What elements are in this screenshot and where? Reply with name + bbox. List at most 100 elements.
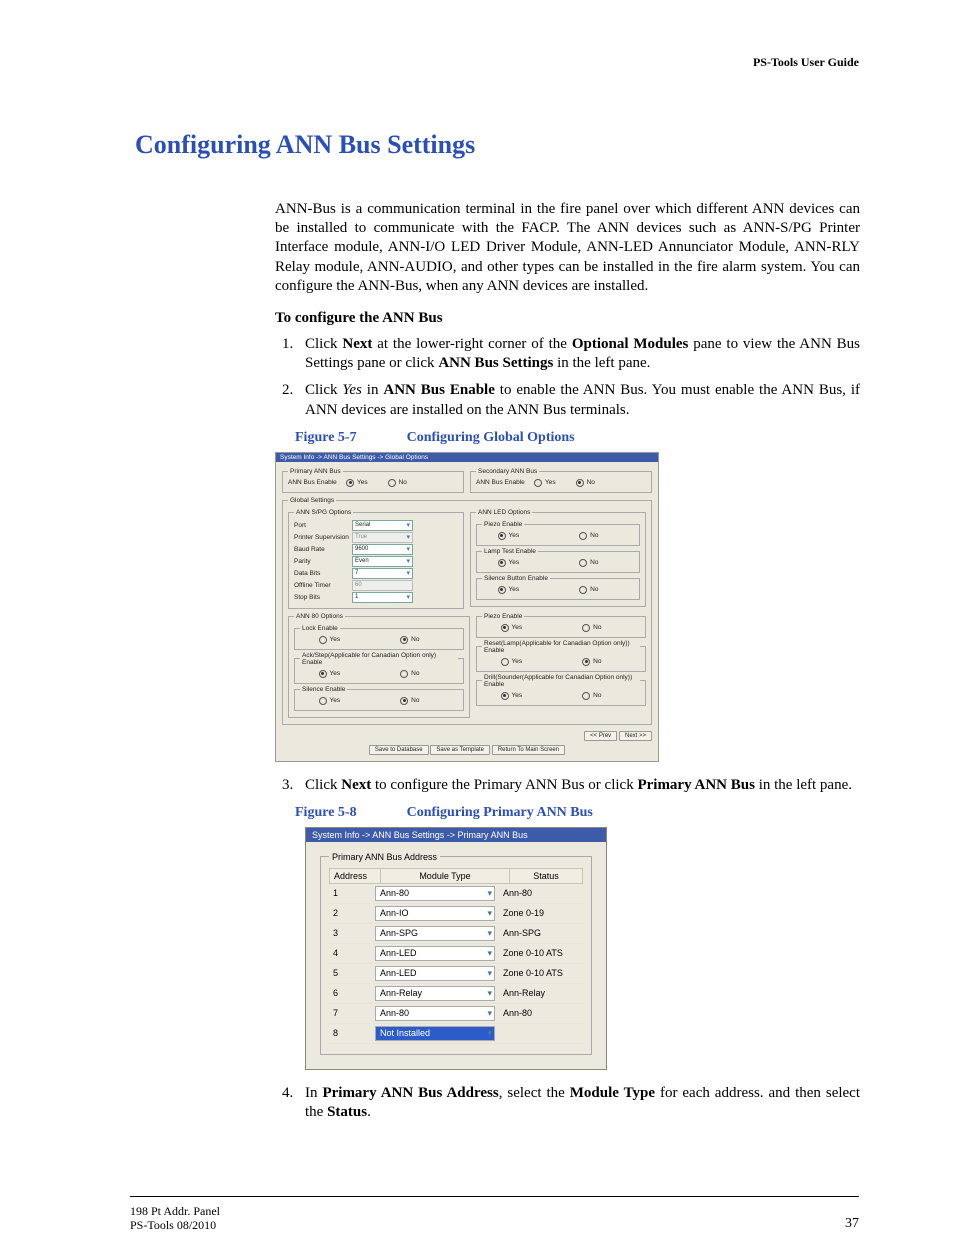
cell-address: 2: [329, 908, 375, 918]
module-type-select[interactable]: Ann-SPG▾: [375, 926, 495, 941]
label: Baud Rate: [294, 546, 352, 553]
module-type-select[interactable]: Ann-IO▾: [375, 906, 495, 921]
drill-sounder-group: Drill(Sounder(Applicable for Canadian Op…: [476, 674, 646, 706]
module-type-select[interactable]: Ann-LED ▾: [375, 946, 495, 961]
save-template-button[interactable]: Save as Template: [430, 745, 490, 755]
module-type-value: Ann-LED: [380, 968, 417, 978]
t: No: [411, 636, 419, 643]
module-type-select[interactable]: Not Installed▾: [375, 1026, 495, 1041]
table-row: 2Ann-IO▾ Zone 0-19: [329, 904, 583, 924]
cell-status: Ann-SPG: [499, 928, 583, 938]
breadcrumb: System Info -> ANN Bus Settings -> Globa…: [276, 453, 658, 462]
reset-no[interactable]: No: [582, 658, 601, 666]
silbtn-yes[interactable]: Yes: [498, 586, 520, 594]
ack-yes[interactable]: Yes: [319, 670, 341, 678]
table-row: 4Ann-LED▾Zone 0-10 ATS: [329, 944, 583, 964]
save-database-button[interactable]: Save to Database: [369, 745, 429, 755]
stopbits-select[interactable]: 1▾: [352, 592, 413, 603]
module-type-value: Ann-80: [380, 888, 409, 898]
cell-address: 4: [329, 948, 375, 958]
cell-address: 8: [329, 1028, 375, 1038]
subheading: To configure the ANN Bus: [275, 310, 860, 327]
t: in: [362, 382, 383, 398]
silence-button-group: Silence Button Enable Yes No: [476, 575, 640, 600]
silbtn-no[interactable]: No: [579, 586, 598, 594]
secondary-enable-yes[interactable]: Yes: [534, 479, 556, 487]
table-row: 5Ann-LED▾ Zone 0-10 ATS: [329, 964, 583, 984]
chevron-down-icon: ▾: [406, 557, 410, 565]
secondary-enable-no[interactable]: No: [576, 479, 595, 487]
chevron-down-icon: ▾: [487, 1028, 492, 1039]
t: No: [590, 532, 598, 539]
baud-select[interactable]: 9600▾: [352, 544, 413, 555]
t: No: [399, 479, 407, 486]
chevron-down-icon: ▾: [487, 908, 492, 919]
cell-status: Ann-80: [499, 1008, 583, 1018]
module-type-select[interactable]: Ann-80▾: [375, 886, 495, 901]
legend: Secondary ANN Bus: [476, 468, 539, 475]
legend: Lamp Test Enable: [482, 548, 538, 555]
databits-select[interactable]: 7▾: [352, 568, 413, 579]
lock-yes[interactable]: Yes: [319, 636, 341, 644]
chevron-down-icon: ▾: [487, 948, 492, 959]
legend: Reset(Lamp(Applicable for Canadian Optio…: [482, 640, 640, 654]
cell-status: Zone 0-10 ATS: [499, 968, 583, 978]
t: at the lower-right corner of the: [372, 336, 571, 352]
t: Yes: [342, 382, 361, 398]
offline-timer-field: 60: [352, 580, 413, 591]
drill-yes[interactable]: Yes: [501, 692, 523, 700]
lock-no[interactable]: No: [400, 636, 419, 644]
legend: Piezo Enable: [482, 521, 524, 528]
primary-enable-no[interactable]: No: [388, 479, 407, 487]
prev-button[interactable]: << Prev: [584, 731, 617, 741]
lamp-no[interactable]: No: [579, 559, 598, 567]
ann80-options-group: ANN 80 Options Lock Enable YesNo Ack/Ste…: [288, 613, 470, 718]
t: Yes: [509, 586, 520, 593]
lamp-yes[interactable]: Yes: [498, 559, 520, 567]
module-type-select[interactable]: Ann-80▾: [375, 1006, 495, 1021]
t: No: [590, 586, 598, 593]
t: Module Type: [570, 1085, 655, 1101]
drill-no[interactable]: No: [582, 692, 601, 700]
cell-status: Ann-80: [499, 888, 583, 898]
return-main-button[interactable]: Return To Main Screen: [492, 745, 565, 755]
module-type-select[interactable]: Ann-Relay▾: [375, 986, 495, 1001]
t: No: [411, 697, 419, 704]
footer-rule: [130, 1196, 859, 1197]
col-status: Status: [510, 869, 582, 883]
secondary-ann-bus-group: Secondary ANN Bus ANN Bus Enable Yes No: [470, 468, 652, 493]
table-row: 3Ann-SPG▾Ann-SPG: [329, 924, 583, 944]
legend: Silence Enable: [300, 686, 347, 693]
cell-address: 7: [329, 1008, 375, 1018]
piezo2-yes[interactable]: Yes: [501, 624, 523, 632]
piezo-no[interactable]: No: [579, 532, 598, 540]
legend: Silence Button Enable: [482, 575, 550, 582]
t: No: [411, 670, 419, 677]
parity-select[interactable]: Even▾: [352, 556, 413, 567]
legend: ANN LED Options: [476, 509, 532, 516]
next-button[interactable]: Next >>: [619, 731, 652, 741]
silence-yes[interactable]: Yes: [319, 697, 341, 705]
module-type-select[interactable]: Ann-LED▾: [375, 966, 495, 981]
reset-yes[interactable]: Yes: [501, 658, 523, 666]
piezo-yes[interactable]: Yes: [498, 532, 520, 540]
port-select[interactable]: Serial▾: [352, 520, 413, 531]
chevron-down-icon: ▾: [406, 569, 410, 577]
t: .: [367, 1104, 371, 1120]
piezo2-no[interactable]: No: [582, 624, 601, 632]
chevron-down-icon: ▾: [406, 521, 410, 529]
ack-no[interactable]: No: [400, 670, 419, 678]
t: Click: [305, 336, 342, 352]
legend: ANN 80 Options: [294, 613, 345, 620]
cell-status: Zone 0-19: [499, 908, 583, 918]
silence-no[interactable]: No: [400, 697, 419, 705]
t: No: [590, 559, 598, 566]
t: No: [593, 658, 601, 665]
cell-address: 5: [329, 968, 375, 978]
primary-enable-yes[interactable]: Yes: [346, 479, 368, 487]
lock-enable-group: Lock Enable YesNo: [294, 625, 464, 650]
figure-5-8: System Info -> ANN Bus Settings -> Prima…: [305, 827, 607, 1070]
module-type-value: Ann-LED: [380, 948, 417, 958]
fig-num: Figure 5-8: [295, 805, 357, 820]
footer-left: 198 Pt Addr. Panel PS-Tools 08/2010: [130, 1204, 220, 1233]
